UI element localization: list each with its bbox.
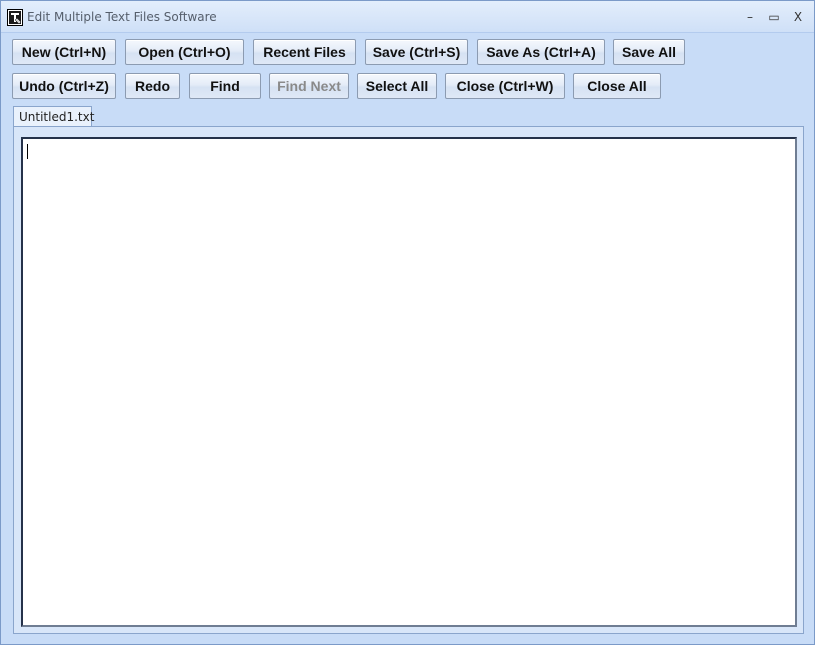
select-all-button[interactable]: Select All xyxy=(357,73,437,99)
save-button[interactable]: Save (Ctrl+S) xyxy=(365,39,468,65)
recent-files-button[interactable]: Recent Files xyxy=(253,39,356,65)
app-icon xyxy=(7,9,23,26)
find-button[interactable]: Find xyxy=(189,73,261,99)
close-button[interactable]: Close (Ctrl+W) xyxy=(445,73,565,99)
new-button[interactable]: New (Ctrl+N) xyxy=(12,39,116,65)
title-bar[interactable]: Edit Multiple Text Files Software – ▭ X xyxy=(1,1,814,33)
open-button[interactable]: Open (Ctrl+O) xyxy=(125,39,244,65)
window-title: Edit Multiple Text Files Software xyxy=(27,10,217,24)
app-window: Edit Multiple Text Files Software – ▭ X … xyxy=(0,0,815,645)
minimize-button[interactable]: – xyxy=(740,8,760,26)
text-caret xyxy=(27,144,28,159)
undo-button[interactable]: Undo (Ctrl+Z) xyxy=(12,73,116,99)
close-window-button[interactable]: X xyxy=(788,8,808,26)
text-editor[interactable] xyxy=(21,137,797,627)
redo-button[interactable]: Redo xyxy=(125,73,180,99)
save-all-button[interactable]: Save All xyxy=(613,39,685,65)
find-next-button: Find Next xyxy=(269,73,349,99)
tab-untitled1[interactable]: Untitled1.txt xyxy=(13,106,94,128)
maximize-button[interactable]: ▭ xyxy=(764,8,784,26)
close-all-button[interactable]: Close All xyxy=(573,73,661,99)
save-as-button[interactable]: Save As (Ctrl+A) xyxy=(477,39,605,65)
